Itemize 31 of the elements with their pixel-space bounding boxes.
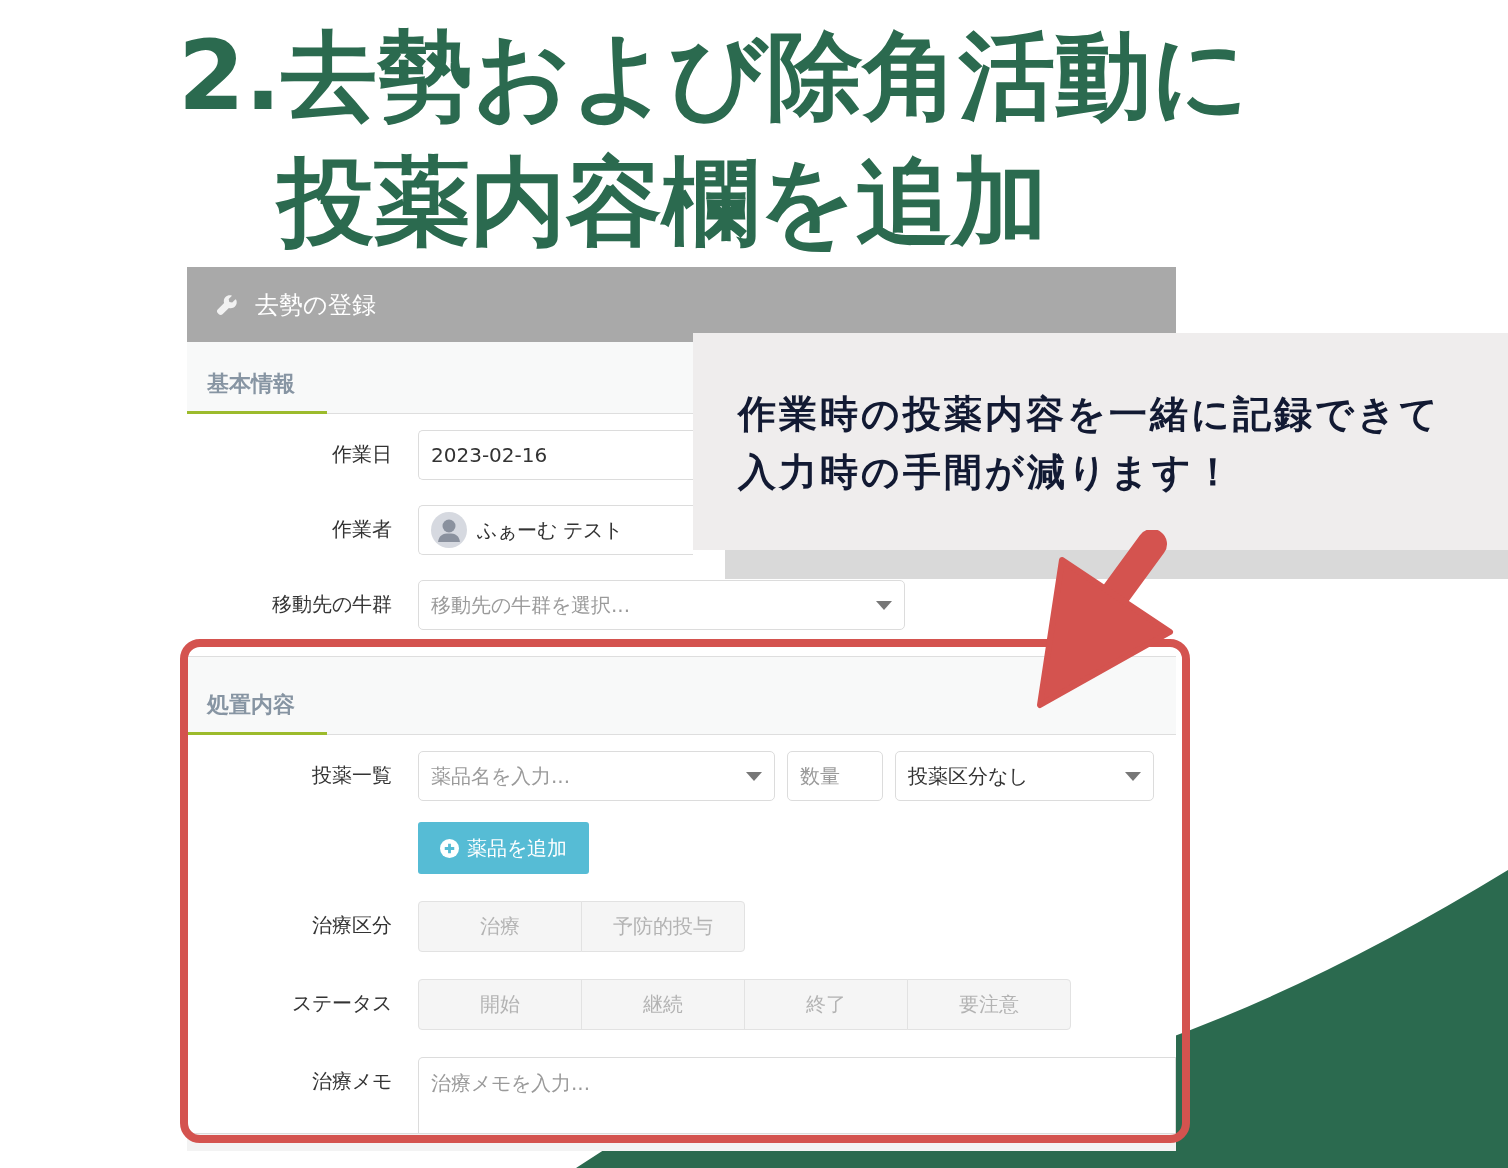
add-drug-button[interactable]: 薬品を追加 (418, 822, 589, 874)
drug-select-field[interactable]: 薬品名を入力... (418, 751, 775, 801)
caret-icon (1125, 771, 1141, 781)
headline: 2.去勢および除角活動に 投薬内容欄を追加 (178, 19, 1250, 260)
wrench-icon (215, 292, 239, 317)
caret-icon (876, 600, 892, 610)
date-field[interactable]: 2023-02-16 (418, 430, 693, 480)
toggle-option[interactable]: 終了 (744, 979, 908, 1030)
toggle-option[interactable]: 要注意 (907, 979, 1071, 1030)
category-select-field[interactable]: 投薬区分なし (895, 751, 1154, 801)
toggle-option[interactable]: 継続 (581, 979, 745, 1030)
field-label: 移動先の牛群 (271, 591, 393, 618)
plus-circle-icon (440, 838, 459, 858)
section-title: 基本情報 (187, 369, 327, 414)
toggle-option[interactable]: 開始 (418, 979, 582, 1030)
field-label: 作業者 (331, 516, 393, 543)
field-label: 治療区分 (311, 912, 393, 939)
caret-icon (746, 771, 762, 781)
field-label: 治療メモ (311, 1068, 393, 1095)
callout-text: 作業時の投薬内容を一緒に記録できて 入力時の手間が減ります！ (738, 391, 1441, 496)
select-field[interactable]: 移動先の牛群を選択... (418, 580, 905, 630)
field-label: ステータス (291, 990, 393, 1017)
quantity-field[interactable]: 数量 (787, 751, 883, 801)
toggle-option[interactable]: 治療 (418, 901, 582, 952)
field-label: 投薬一覧 (311, 762, 393, 789)
user-field[interactable]: ふぁーむ テスト (418, 505, 693, 555)
section-title: 処置内容 (187, 690, 327, 735)
panel-title: 去勢の登録 (255, 289, 376, 321)
field-label: 作業日 (331, 441, 393, 468)
avatar-icon (431, 512, 467, 548)
toggle-option[interactable]: 予防的投与 (581, 901, 745, 952)
